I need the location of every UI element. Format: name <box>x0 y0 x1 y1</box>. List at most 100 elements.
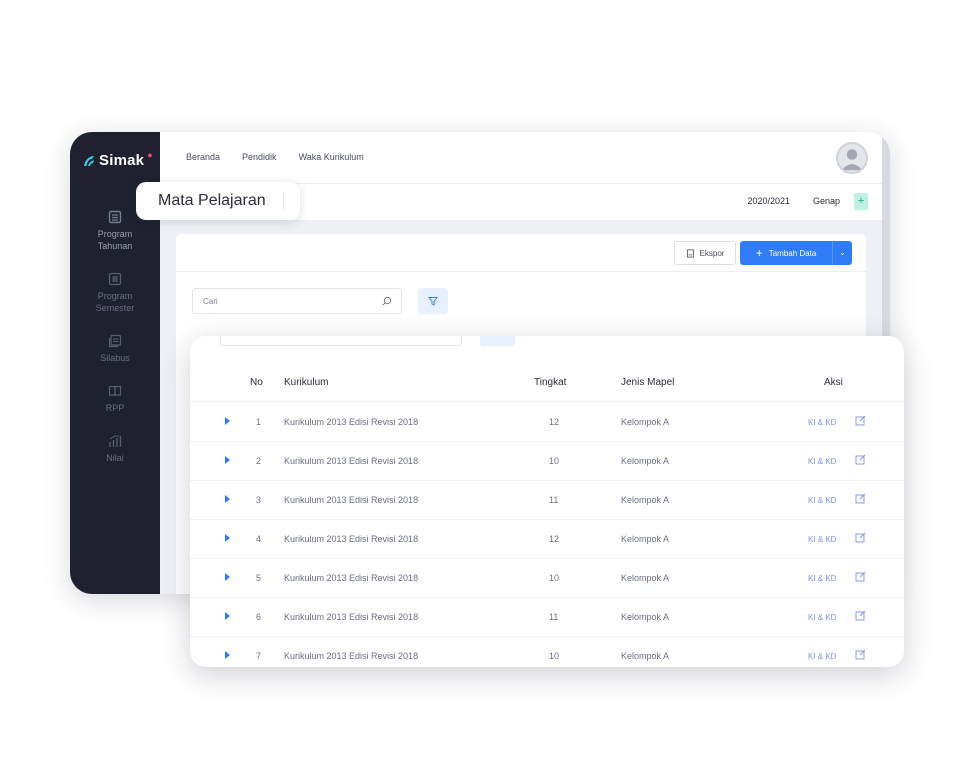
cell-no: 2 <box>256 456 262 466</box>
header-no[interactable]: No <box>250 377 263 388</box>
expand-caret-icon[interactable] <box>225 534 230 542</box>
ki-kd-link[interactable]: KI & KD <box>808 496 836 505</box>
export-label: Ekspor <box>699 248 725 258</box>
cell-kurikulum: Kurikulum 2013 Edisi Revisi 2018 <box>284 651 419 661</box>
add-data-button[interactable]: + Tambah Data <box>740 241 832 265</box>
avatar[interactable] <box>836 142 868 174</box>
edit-icon[interactable] <box>855 454 866 465</box>
top-navbar: Beranda Pendidik Waka Kurikulum <box>160 132 882 184</box>
add-data-dropdown[interactable]: ⌄ <box>832 241 852 265</box>
cell-tingkat: 11 <box>549 495 559 505</box>
header-aksi: Aksi <box>824 377 843 388</box>
add-data-label: Tambah Data <box>768 248 817 258</box>
chart-up-icon <box>108 434 122 448</box>
ki-kd-link[interactable]: KI & KD <box>808 613 836 622</box>
cell-no: 4 <box>256 534 262 544</box>
header-tingkat[interactable]: Tingkat <box>534 377 566 388</box>
table-row[interactable]: 3 Kurikulum 2013 Edisi Revisi 2018 11 Ke… <box>190 481 904 520</box>
simak-logo-icon <box>82 154 96 168</box>
cell-no: 3 <box>256 495 262 505</box>
card-toolbar: Ekspor + Tambah Data ⌄ <box>176 234 866 272</box>
expand-caret-icon[interactable] <box>225 417 230 425</box>
semester-select[interactable]: Genap <box>813 196 840 206</box>
cell-jenis-mapel: Kelompok A <box>621 456 670 466</box>
expand-caret-icon[interactable] <box>225 651 230 659</box>
search-icon <box>382 296 392 306</box>
ki-kd-link[interactable]: KI & KD <box>808 652 836 661</box>
edit-icon[interactable] <box>855 610 866 621</box>
nav-item-waka-kurikulum[interactable]: Waka Kurikulum <box>299 152 364 162</box>
cell-jenis-mapel: Kelompok A <box>621 534 670 544</box>
cell-jenis-mapel: Kelompok A <box>621 495 670 505</box>
filter-button[interactable] <box>418 288 448 314</box>
cell-tingkat: 10 <box>549 573 560 583</box>
brand-name: Simak <box>99 152 145 169</box>
table-panel: No Kurikulum Tingkat Jenis Mapel Aksi 1 … <box>190 336 904 667</box>
page-title: Mata Pelajaran <box>158 192 266 209</box>
cell-tingkat: 12 <box>549 534 560 544</box>
academic-year[interactable]: 2020/2021 <box>747 196 790 206</box>
ki-kd-link[interactable]: KI & KD <box>808 457 836 466</box>
sidebar-item-label: Program Semester <box>95 291 135 313</box>
edit-icon[interactable] <box>855 571 866 582</box>
cell-kurikulum: Kurikulum 2013 Edisi Revisi 2018 <box>284 495 419 505</box>
table-row[interactable]: 6 Kurikulum 2013 Edisi Revisi 2018 11 Ke… <box>190 598 904 637</box>
cell-kurikulum: Kurikulum 2013 Edisi Revisi 2018 <box>284 417 419 427</box>
expand-caret-icon[interactable] <box>225 612 230 620</box>
ki-kd-link[interactable]: KI & KD <box>808 535 836 544</box>
book-open-icon <box>108 384 122 398</box>
sidebar-item-nilai[interactable]: Nilai <box>70 434 160 464</box>
edit-icon[interactable] <box>855 649 866 660</box>
document-stack-icon <box>108 334 122 348</box>
expand-caret-icon[interactable] <box>225 573 230 581</box>
cell-kurikulum: Kurikulum 2013 Edisi Revisi 2018 <box>284 612 419 622</box>
brand-dot: ● <box>147 149 153 160</box>
cell-kurikulum: Kurikulum 2013 Edisi Revisi 2018 <box>284 573 419 583</box>
cell-tingkat: 10 <box>549 456 560 466</box>
header-kurikulum[interactable]: Kurikulum <box>284 377 328 388</box>
calendar-list-icon <box>108 210 122 224</box>
columns-icon <box>108 272 122 286</box>
page-title-tab: Mata Pelajaran <box>136 182 300 220</box>
sidebar-item-program-semester[interactable]: Program Semester <box>70 272 160 314</box>
expand-caret-icon[interactable] <box>225 495 230 503</box>
filter-icon <box>428 297 438 306</box>
header-jenis-mapel[interactable]: Jenis Mapel <box>621 377 674 388</box>
cell-tingkat: 11 <box>549 612 559 622</box>
sidebar-item-label: Silabus <box>100 353 130 363</box>
brand-logo[interactable]: Simak ● <box>82 149 153 169</box>
export-button[interactable]: Ekspor <box>674 241 736 265</box>
sidebar-item-label: Nilai <box>106 453 124 463</box>
table-row[interactable]: 5 Kurikulum 2013 Edisi Revisi 2018 10 Ke… <box>190 559 904 598</box>
nav-item-beranda[interactable]: Beranda <box>186 152 220 162</box>
ki-kd-link[interactable]: KI & KD <box>808 574 836 583</box>
title-divider <box>283 192 284 210</box>
cell-jenis-mapel: Kelompok A <box>621 417 670 427</box>
cell-no: 5 <box>256 573 262 583</box>
edit-icon[interactable] <box>855 415 866 426</box>
sidebar-item-silabus[interactable]: Silabus <box>70 334 160 364</box>
table-row[interactable]: 1 Kurikulum 2013 Edisi Revisi 2018 12 Ke… <box>190 403 904 442</box>
sidebar-item-label: RPP <box>105 403 125 413</box>
sidebar-item-rpp[interactable]: RPP <box>70 384 160 414</box>
sidebar-item-label: Program Tahunan <box>97 229 133 251</box>
search-placeholder: Cari <box>203 297 218 306</box>
cell-kurikulum: Kurikulum 2013 Edisi Revisi 2018 <box>284 456 419 466</box>
add-file-icon[interactable]: + <box>854 193 868 210</box>
table-row[interactable]: 7 Kurikulum 2013 Edisi Revisi 2018 10 Ke… <box>190 637 904 667</box>
expand-caret-icon[interactable] <box>225 456 230 464</box>
table-row[interactable]: 2 Kurikulum 2013 Edisi Revisi 2018 10 Ke… <box>190 442 904 481</box>
search-input[interactable]: Cari <box>192 288 402 314</box>
cell-no: 7 <box>256 651 262 661</box>
filter-button-ghost <box>480 336 515 346</box>
table-row[interactable]: 4 Kurikulum 2013 Edisi Revisi 2018 12 Ke… <box>190 520 904 559</box>
nav-item-pendidik[interactable]: Pendidik <box>242 152 277 162</box>
cell-no: 1 <box>256 417 262 427</box>
top-nav: Beranda Pendidik Waka Kurikulum <box>186 152 364 162</box>
plus-icon: + <box>755 246 763 260</box>
edit-icon[interactable] <box>855 493 866 504</box>
cell-no: 6 <box>256 612 262 622</box>
edit-icon[interactable] <box>855 532 866 543</box>
ki-kd-link[interactable]: KI & KD <box>808 418 836 427</box>
table-header: No Kurikulum Tingkat Jenis Mapel Aksi <box>190 364 904 402</box>
